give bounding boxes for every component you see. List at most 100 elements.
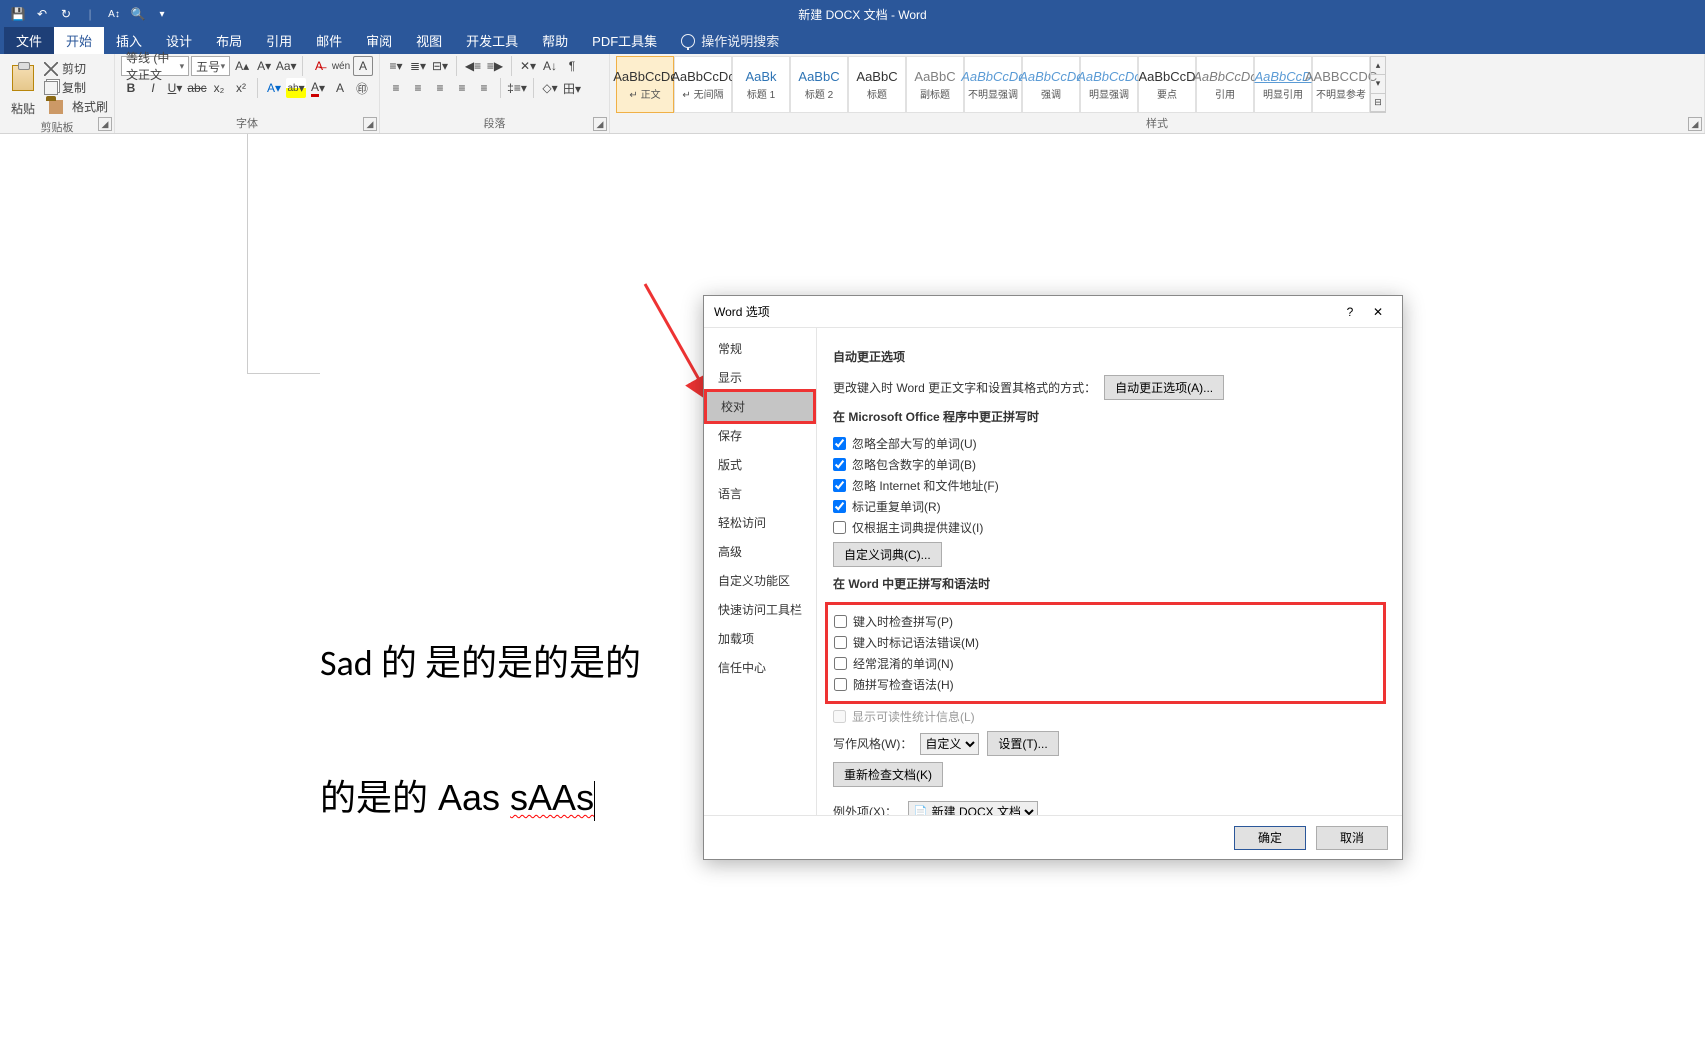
autocorrect-options-button[interactable]: 自动更正选项(A)... bbox=[1104, 375, 1224, 400]
save-icon[interactable]: 💾 bbox=[8, 4, 28, 24]
tab-help[interactable]: 帮助 bbox=[530, 27, 580, 54]
office-chk-0[interactable]: 忽略全部大写的单词(U) bbox=[833, 435, 1386, 452]
clear-format-button[interactable]: A̶ bbox=[309, 56, 329, 76]
multilevel-button[interactable]: ⊟▾ bbox=[430, 56, 450, 76]
style-item-6[interactable]: AaBbCcDc不明显强调 bbox=[964, 56, 1022, 113]
nav-item-轻松访问[interactable]: 轻松访问 bbox=[704, 508, 816, 537]
dialog-close-button[interactable]: ✕ bbox=[1364, 298, 1392, 326]
decrease-indent-button[interactable]: ◀≡ bbox=[463, 56, 483, 76]
tab-layout[interactable]: 布局 bbox=[204, 27, 254, 54]
numbering-button[interactable]: ≣▾ bbox=[408, 56, 428, 76]
style-item-5[interactable]: AaBbC副标题 bbox=[906, 56, 964, 113]
bullets-button[interactable]: ≡▾ bbox=[386, 56, 406, 76]
bold-button[interactable]: B bbox=[121, 78, 141, 98]
highlight-button[interactable]: ab▾ bbox=[286, 78, 306, 98]
italic-button[interactable]: I bbox=[143, 78, 163, 98]
style-item-1[interactable]: AaBbCcDc↵ 无间隔 bbox=[674, 56, 732, 113]
align-right-button[interactable]: ≡ bbox=[430, 78, 450, 98]
office-chk-2[interactable]: 忽略 Internet 和文件地址(F) bbox=[833, 477, 1386, 494]
line-spacing-button[interactable]: ‡≡▾ bbox=[507, 78, 527, 98]
nav-item-显示[interactable]: 显示 bbox=[704, 363, 816, 392]
writing-style-select[interactable]: 自定义 bbox=[920, 733, 979, 755]
font-launcher[interactable]: ◢ bbox=[363, 117, 377, 131]
font-size-combo[interactable]: 五号▾ bbox=[191, 56, 230, 76]
style-item-2[interactable]: AaBk标题 1 bbox=[732, 56, 790, 113]
gallery-scroll[interactable]: ▴▾⊟ bbox=[1370, 56, 1386, 113]
align-left-button[interactable]: ≡ bbox=[386, 78, 406, 98]
sort-button[interactable]: A↓ bbox=[540, 56, 560, 76]
phonetic-button[interactable]: wén bbox=[331, 56, 351, 76]
format-painter-button[interactable]: 格式刷 bbox=[44, 98, 108, 116]
word-chk-3[interactable]: 随拼写检查语法(H) bbox=[834, 676, 1377, 693]
style-item-4[interactable]: AaBbC标题 bbox=[848, 56, 906, 113]
tab-view[interactable]: 视图 bbox=[404, 27, 454, 54]
style-item-8[interactable]: AaBbCcDc明显强调 bbox=[1080, 56, 1138, 113]
document-line-1[interactable]: Sad 的 是的是的是的 bbox=[320, 634, 641, 686]
clipboard-launcher[interactable]: ◢ bbox=[98, 117, 112, 131]
recheck-doc-button[interactable]: 重新检查文档(K) bbox=[833, 762, 943, 787]
borders-button[interactable]: 田▾ bbox=[562, 78, 582, 98]
print-preview-icon[interactable]: 🔍 bbox=[128, 4, 148, 24]
change-case-button[interactable]: Aa▾ bbox=[276, 56, 296, 76]
nav-item-信任中心[interactable]: 信任中心 bbox=[704, 653, 816, 682]
word-chk-2[interactable]: 经常混淆的单词(N) bbox=[834, 655, 1377, 672]
paste-button[interactable] bbox=[6, 56, 40, 100]
office-chk-4[interactable]: 仅根据主词典提供建议(I) bbox=[833, 519, 1386, 536]
tab-home[interactable]: 开始 bbox=[54, 27, 104, 54]
writing-style-settings-button[interactable]: 设置(T)... bbox=[987, 731, 1058, 756]
tab-developer[interactable]: 开发工具 bbox=[454, 27, 530, 54]
char-border-button[interactable]: A bbox=[353, 56, 373, 76]
underline-button[interactable]: U▾ bbox=[165, 78, 185, 98]
nav-item-语言[interactable]: 语言 bbox=[704, 479, 816, 508]
shading-button[interactable]: ◇▾ bbox=[540, 78, 560, 98]
nav-item-版式[interactable]: 版式 bbox=[704, 450, 816, 479]
style-item-9[interactable]: AaBbCcD要点 bbox=[1138, 56, 1196, 113]
tab-references[interactable]: 引用 bbox=[254, 27, 304, 54]
tab-review[interactable]: 审阅 bbox=[354, 27, 404, 54]
subscript-button[interactable]: x₂ bbox=[209, 78, 229, 98]
increase-indent-button[interactable]: ≡▶ bbox=[485, 56, 505, 76]
char-shading-button[interactable]: A bbox=[330, 78, 350, 98]
nav-item-自定义功能区[interactable]: 自定义功能区 bbox=[704, 566, 816, 595]
strike-button[interactable]: abc bbox=[187, 78, 207, 98]
tab-pdf[interactable]: PDF工具集 bbox=[580, 27, 669, 54]
font-name-combo[interactable]: 等线 (中文正文▾ bbox=[121, 56, 189, 76]
touch-mode-icon[interactable]: A↕ bbox=[104, 4, 124, 24]
cut-button[interactable]: 剪切 bbox=[44, 60, 108, 78]
nav-item-校对[interactable]: 校对 bbox=[707, 392, 813, 421]
tab-file[interactable]: 文件 bbox=[4, 27, 54, 54]
style-item-7[interactable]: AaBbCcDc强调 bbox=[1022, 56, 1080, 113]
cancel-button[interactable]: 取消 bbox=[1316, 826, 1388, 850]
superscript-button[interactable]: x² bbox=[231, 78, 251, 98]
grow-font-button[interactable]: A▴ bbox=[232, 56, 252, 76]
font-color-button[interactable]: A▾ bbox=[308, 78, 328, 98]
document-line-2[interactable]: 的是的 Aas sAAs bbox=[320, 769, 595, 821]
style-item-12[interactable]: AABBCCDC不明显参考 bbox=[1312, 56, 1370, 113]
style-item-3[interactable]: AaBbC标题 2 bbox=[790, 56, 848, 113]
dialog-help-button[interactable]: ? bbox=[1336, 298, 1364, 326]
exceptions-doc-select[interactable]: 📄 新建 DOCX 文档 bbox=[908, 801, 1038, 815]
align-center-button[interactable]: ≡ bbox=[408, 78, 428, 98]
styles-launcher[interactable]: ◢ bbox=[1688, 117, 1702, 131]
nav-item-高级[interactable]: 高级 bbox=[704, 537, 816, 566]
distribute-button[interactable]: ≡ bbox=[474, 78, 494, 98]
style-item-11[interactable]: AaBbCcD明显引用 bbox=[1254, 56, 1312, 113]
paragraph-launcher[interactable]: ◢ bbox=[593, 117, 607, 131]
tell-me-search[interactable]: 操作说明搜索 bbox=[669, 27, 791, 54]
style-item-10[interactable]: AaBbCcDc引用 bbox=[1196, 56, 1254, 113]
nav-item-加载项[interactable]: 加载项 bbox=[704, 624, 816, 653]
redo-icon[interactable]: ↻ bbox=[56, 4, 76, 24]
nav-item-保存[interactable]: 保存 bbox=[704, 421, 816, 450]
text-effects-button[interactable]: A▾ bbox=[264, 78, 284, 98]
show-marks-button[interactable]: ¶ bbox=[562, 56, 582, 76]
paste-label[interactable]: 粘贴 bbox=[11, 100, 35, 117]
word-chk-1[interactable]: 键入时标记语法错误(M) bbox=[834, 634, 1377, 651]
nav-item-快速访问工具栏[interactable]: 快速访问工具栏 bbox=[704, 595, 816, 624]
word-chk-0[interactable]: 键入时检查拼写(P) bbox=[834, 613, 1377, 630]
style-item-0[interactable]: AaBbCcDc↵ 正文 bbox=[616, 56, 674, 113]
ok-button[interactable]: 确定 bbox=[1234, 826, 1306, 850]
qat-customize-icon[interactable]: ▾ bbox=[152, 4, 172, 24]
nav-item-常规[interactable]: 常规 bbox=[704, 334, 816, 363]
asian-layout-button[interactable]: ✕▾ bbox=[518, 56, 538, 76]
office-chk-1[interactable]: 忽略包含数字的单词(B) bbox=[833, 456, 1386, 473]
